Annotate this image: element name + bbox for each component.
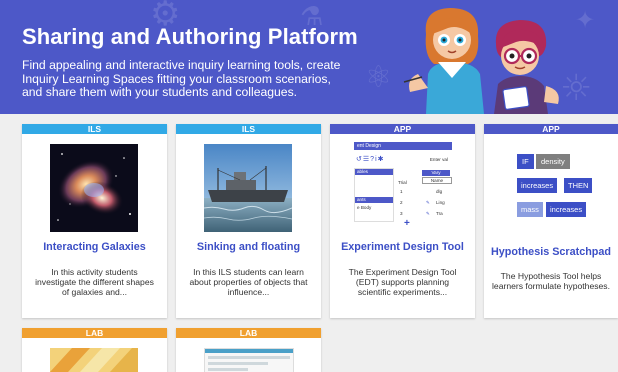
card-type-tag: LAB	[22, 328, 167, 338]
edt-col-name: Name	[422, 177, 452, 184]
ship-thumbnail	[204, 144, 292, 232]
card-description-line: learners formulate hypotheses.	[492, 281, 610, 291]
card-description-line: The Hypothesis Tool helps	[500, 271, 602, 281]
card-description-line: investigate the different shapes	[35, 277, 154, 287]
hypothesis-chip: THEN	[564, 178, 593, 193]
card-description: The Experiment Design Tool (EDT) support…	[336, 267, 469, 297]
page-title: Sharing and Authoring Platform	[22, 24, 358, 49]
edt-row-3: 3 ✎ Tra	[400, 211, 450, 216]
edt-add-button: +	[404, 218, 410, 229]
edt-row-value: Tra	[436, 211, 443, 216]
card-type-tag: APP	[330, 124, 475, 134]
edt-toolbar: ↺☰?i✱	[356, 155, 385, 163]
lab-1-thumbnail	[50, 348, 138, 372]
card-description-line: about properties of objects that	[189, 277, 308, 287]
lab-2-row	[208, 368, 248, 371]
card-description-line: In this activity students	[51, 267, 138, 277]
undo-icon: ↺	[356, 156, 363, 163]
card-description-line: The Experiment Design Tool	[348, 267, 457, 277]
card-type-tag: LAB	[176, 328, 321, 338]
hypothesis-thumbnail: IF density increases THEN mass increases	[512, 144, 600, 236]
card-description-line: scientific experiments...	[357, 287, 448, 297]
card-type-tag: ILS	[176, 124, 321, 134]
lab-2-toolbar	[205, 349, 293, 353]
hypothesis-chip: increases	[546, 202, 587, 217]
settings-icon: ✱	[377, 156, 385, 163]
edt-header-bar: ent Design	[354, 142, 452, 150]
edt-row-value: Ling	[436, 200, 445, 205]
card-description: The Hypothesis Tool helps learners formu…	[488, 271, 614, 291]
card-interacting-galaxies[interactable]: ILS Interacting Galaxies In this activit…	[22, 124, 167, 318]
edt-enter-value: Enter val	[429, 157, 448, 162]
galaxies-thumbnail	[50, 144, 138, 232]
hypothesis-chip: IF	[517, 154, 534, 169]
atom-doodle-icon: ⚛	[365, 60, 392, 95]
edt-thumbnail: ent Design ↺☰?i✱ Enter val ables ants e …	[354, 142, 452, 234]
card-sinking-and-floating[interactable]: ILS Sinking and floating In this ILS stu…	[176, 124, 321, 318]
card-description-line: influence...	[227, 287, 270, 297]
card-experiment-design-tool[interactable]: APP ent Design ↺☰?i✱ Enter val ables ant…	[330, 124, 475, 318]
edt-row-number: 1	[400, 189, 403, 194]
mascot-illustration	[403, 8, 559, 114]
lab-2-row	[208, 356, 290, 359]
card-type-tag: APP	[484, 124, 618, 134]
hypothesis-chip: mass	[517, 202, 543, 217]
hero-description-line-3: and share them with your students and co…	[22, 85, 298, 100]
card-description: In this ILS students can learn about pro…	[182, 267, 315, 297]
card-description-line: of galaxies and...	[62, 287, 127, 297]
lab-2-row	[208, 362, 268, 365]
edt-col-vary: Vary	[422, 170, 450, 176]
hero-description-line-1: Find appealing and interactive inquiry l…	[22, 58, 341, 72]
edt-row-value: dlg	[436, 189, 443, 194]
hypothesis-chip: density	[536, 154, 570, 169]
card-title[interactable]: Interacting Galaxies	[22, 241, 167, 253]
card-lab-1[interactable]: LAB	[22, 328, 167, 372]
edt-row-number: 2	[400, 200, 403, 205]
edt-label-constants: ants	[355, 197, 393, 203]
card-type-tag: ILS	[22, 124, 167, 134]
card-title[interactable]: Sinking and floating	[176, 241, 321, 253]
card-description-line: (EDT) supports planning	[355, 277, 450, 287]
edt-left-spacer	[355, 175, 393, 197]
edit-icon: ✎	[426, 200, 430, 205]
hero-banner: ⚙ ⚗ ⚛ ☼ ✦ Sharing and Authoring Platform…	[0, 0, 618, 114]
card-title[interactable]: Hypothesis Scratchpad	[484, 246, 618, 258]
card-description-line: In this ILS students can learn	[193, 267, 304, 277]
card-description: In this activity students investigate th…	[28, 267, 161, 297]
edt-row-number: 3	[400, 211, 403, 216]
edt-left-panel: ables ants e Body	[354, 168, 394, 222]
edit-icon: ✎	[426, 211, 430, 216]
lab-2-thumbnail	[204, 348, 294, 372]
card-hypothesis-scratchpad[interactable]: APP IF density increases THEN mass incre…	[484, 124, 618, 318]
edt-row-1: 1 dlg	[400, 189, 450, 194]
card-title[interactable]: Experiment Design Tool	[330, 241, 475, 253]
hero-description-line-2: Inquiry Learning Spaces fitting your cla…	[22, 71, 331, 86]
hero-description: Find appealing and interactive inquiry l…	[22, 58, 352, 100]
hypothesis-chip: increases	[517, 178, 558, 193]
edt-trial-label: Trial	[398, 180, 407, 185]
card-lab-2[interactable]: LAB	[176, 328, 321, 372]
edt-label-body: e Body	[357, 205, 372, 210]
edt-row-2: 2 ✎ Ling	[400, 200, 450, 205]
